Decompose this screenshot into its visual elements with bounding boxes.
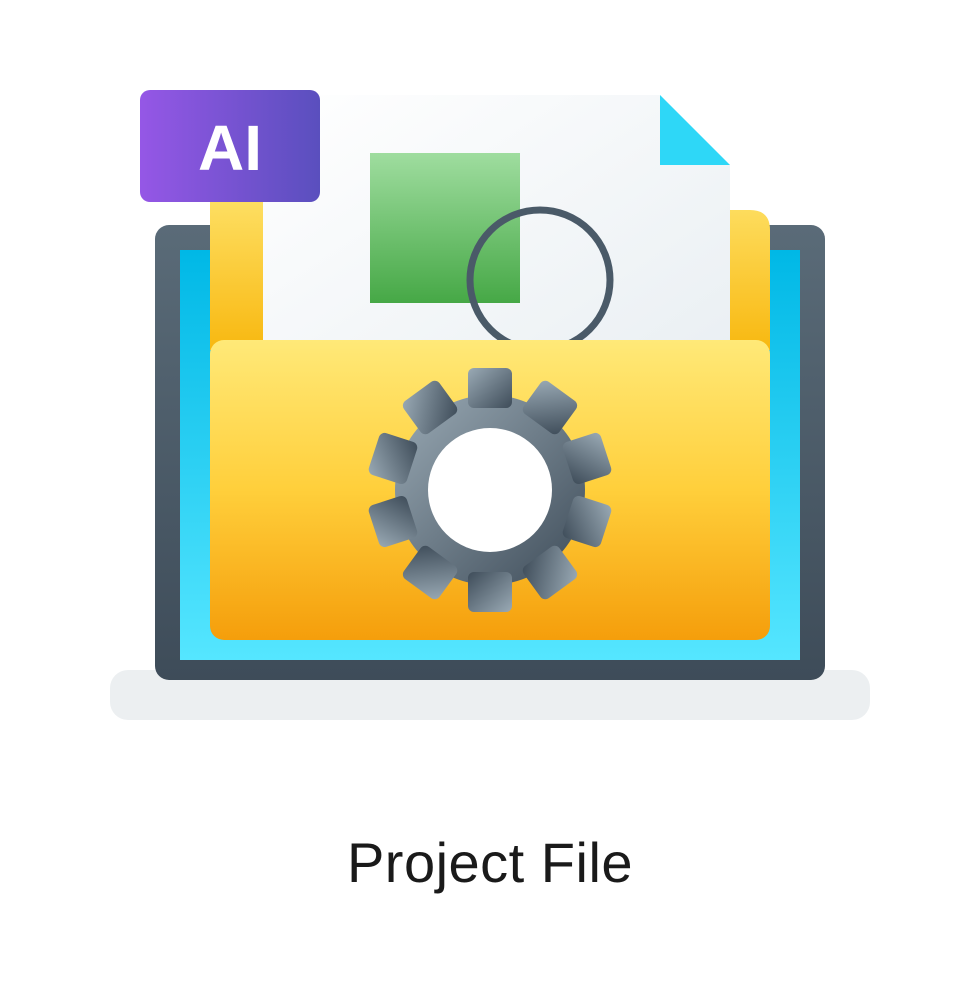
caption-label: Project File [0, 830, 980, 895]
gear-icon [367, 368, 613, 612]
ai-badge-label: AI [198, 112, 262, 184]
ai-badge: AI [140, 90, 320, 202]
